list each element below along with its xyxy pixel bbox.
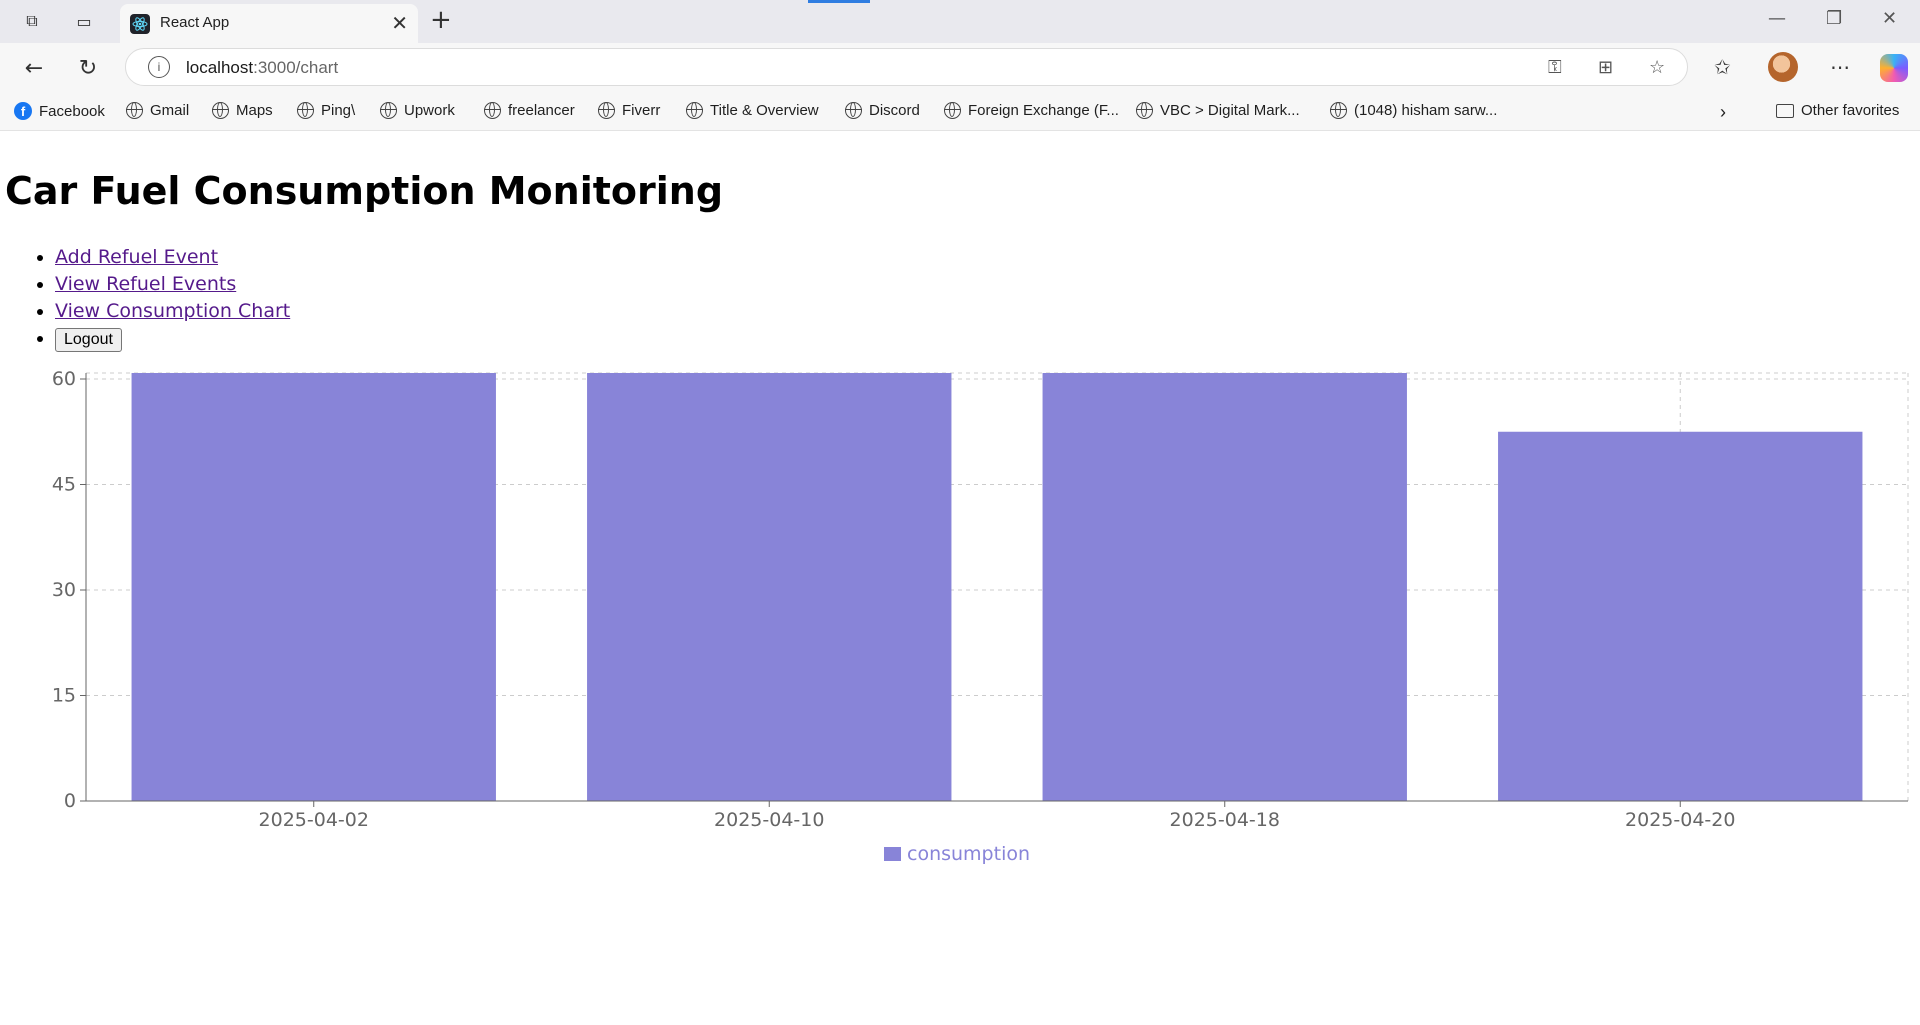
workspaces-icon[interactable]: ⧉ [18, 7, 46, 35]
y-tick-label: 0 [64, 790, 76, 812]
bookmark-title-overview[interactable]: Title & Overview [686, 102, 819, 119]
chart-bar [587, 373, 952, 801]
browser-title-bar: ⧉ ▭ React App ✕ + — ❐ ✕ [0, 0, 1920, 43]
close-window-icon[interactable]: ✕ [1882, 8, 1897, 29]
avatar[interactable] [1768, 52, 1798, 82]
browser-toolbar: ← ↻ i localhost:3000/chart ⚿ ⊞ ☆ ✩ ⋯ [0, 43, 1920, 93]
site-info-icon[interactable]: i [148, 56, 170, 78]
bookmark-fiverr[interactable]: Fiverr [598, 102, 660, 119]
tab-actions-icon[interactable]: ▭ [70, 7, 98, 35]
globe-icon [1136, 102, 1153, 119]
tab-react-app[interactable]: React App ✕ [120, 4, 418, 43]
minimize-icon[interactable]: — [1768, 8, 1786, 29]
chevron-right-icon[interactable]: › [1720, 102, 1726, 123]
new-tab-icon[interactable]: + [430, 5, 452, 35]
legend-swatch [884, 847, 901, 861]
chart-legend: consumption [884, 843, 1030, 865]
globe-icon [484, 102, 501, 119]
favorite-star-icon[interactable]: ☆ [1649, 57, 1665, 78]
top-indicator [808, 0, 870, 3]
folder-icon [1776, 103, 1794, 118]
nav-item: Add Refuel Event [55, 244, 290, 271]
x-tick-label: 2025-04-20 [1625, 809, 1735, 831]
bookmark-facebook[interactable]: f Facebook [14, 102, 105, 120]
bookmark-vbc[interactable]: VBC > Digital Mark... [1136, 102, 1300, 119]
close-icon[interactable]: ✕ [391, 11, 408, 35]
chart-bar [1498, 431, 1863, 801]
globe-icon [944, 102, 961, 119]
nav-item: View Refuel Events [55, 271, 290, 298]
refresh-icon[interactable]: ↻ [72, 52, 104, 84]
y-tick-label: 15 [52, 685, 76, 707]
key-icon[interactable]: ⚿ [1548, 57, 1562, 78]
globe-icon [126, 102, 143, 119]
globe-icon [686, 102, 703, 119]
globe-icon [1330, 102, 1347, 119]
react-logo-icon [130, 14, 150, 34]
y-tick-label: 30 [52, 579, 76, 601]
bookmark-gmail[interactable]: Gmail [126, 102, 189, 119]
bookmark-freelancer[interactable]: freelancer [484, 102, 575, 119]
bookmark-maps[interactable]: Maps [212, 102, 273, 119]
bookmark-discord[interactable]: Discord [845, 102, 920, 119]
x-tick-label: 2025-04-10 [714, 809, 824, 831]
legend-label: consumption [907, 843, 1031, 865]
page-content: Car Fuel Consumption Monitoring Add Refu… [0, 131, 1920, 1025]
bookmark-foreign-exchange[interactable]: Foreign Exchange (F... [944, 102, 1119, 119]
x-tick-label: 2025-04-18 [1170, 809, 1280, 831]
nav-item: View Consumption Chart [55, 298, 290, 325]
y-tick-label: 60 [52, 368, 76, 390]
nav-list: Add Refuel Event View Refuel Events View… [25, 244, 290, 352]
logout-button[interactable]: Logout [55, 328, 122, 352]
globe-icon [297, 102, 314, 119]
bookmark-ping[interactable]: Ping\ [297, 102, 355, 119]
consumption-bar-chart: 0 15 30 45 60 2025-04-02 2025-04-10 2025-04-18 2… [52, 368, 1909, 831]
globe-icon [845, 102, 862, 119]
nav-item: Logout [55, 325, 290, 352]
facebook-icon: f [14, 102, 32, 120]
favorites-icon[interactable]: ✩ [1714, 55, 1731, 79]
tab-title: React App [160, 14, 230, 31]
view-refuel-events-link[interactable]: View Refuel Events [55, 273, 236, 295]
y-tick-label: 45 [52, 474, 76, 496]
view-consumption-chart-link[interactable]: View Consumption Chart [55, 300, 290, 322]
chart-bar [131, 373, 496, 801]
page-title: Car Fuel Consumption Monitoring [5, 169, 724, 213]
address-url[interactable]: localhost:3000/chart [186, 58, 338, 78]
bookmark-other-favorites[interactable]: Other favorites [1776, 102, 1899, 119]
globe-icon [212, 102, 229, 119]
x-tick-label: 2025-04-02 [259, 809, 369, 831]
address-bar[interactable]: i localhost:3000/chart ⚿ ⊞ ☆ [125, 48, 1688, 86]
bookmarks-bar: f Facebook Gmail Maps Ping\ Upwork freel… [0, 93, 1920, 131]
add-refuel-event-link[interactable]: Add Refuel Event [55, 246, 218, 268]
copilot-icon[interactable] [1880, 54, 1908, 82]
more-icon[interactable]: ⋯ [1830, 55, 1850, 79]
back-icon[interactable]: ← [18, 52, 50, 84]
app-available-icon[interactable]: ⊞ [1598, 57, 1613, 78]
globe-icon [598, 102, 615, 119]
restore-icon[interactable]: ❐ [1826, 8, 1842, 29]
chart-bar [1042, 373, 1407, 801]
bookmark-hisham[interactable]: (1048) hisham sarw... [1330, 102, 1497, 119]
bookmark-upwork[interactable]: Upwork [380, 102, 455, 119]
globe-icon [380, 102, 397, 119]
